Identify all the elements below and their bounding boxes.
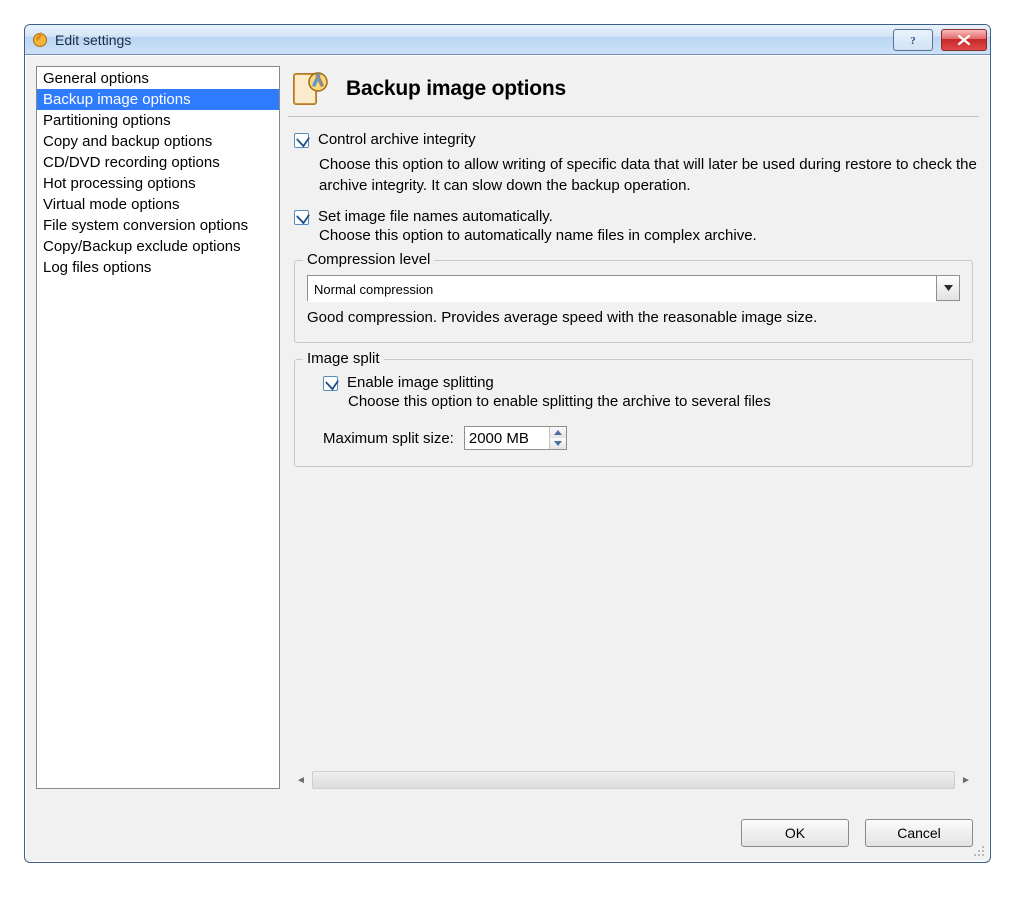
page-title: Backup image options: [346, 77, 566, 101]
compression-value[interactable]: [308, 276, 936, 302]
enable-split-desc: Choose this option to enable splitting t…: [348, 393, 960, 410]
scroll-left-icon[interactable]: ◄: [294, 772, 308, 788]
option-auto-names: Set image file names automatically. Choo…: [294, 208, 979, 244]
max-split-label: Maximum split size:: [323, 430, 454, 447]
enable-split-label: Enable image splitting: [347, 374, 494, 391]
max-split-value[interactable]: [465, 427, 549, 449]
page-icon: [290, 68, 332, 110]
sidebar-item-7[interactable]: File system conversion options: [37, 215, 279, 236]
sidebar-item-3[interactable]: Copy and backup options: [37, 131, 279, 152]
settings-page: Backup image options Control archive int…: [288, 66, 979, 789]
spin-up-button[interactable]: [550, 427, 566, 438]
image-split-group: Image split Enable image splitting Choos…: [294, 359, 973, 467]
svg-text:?: ?: [910, 35, 916, 47]
dialog-window: Edit settings ? General optionsBackup im…: [24, 24, 991, 863]
sidebar-item-6[interactable]: Virtual mode options: [37, 194, 279, 215]
sidebar-item-9[interactable]: Log files options: [37, 257, 279, 278]
enable-split-checkbox[interactable]: [323, 376, 338, 391]
compression-hint: Good compression. Provides average speed…: [307, 309, 960, 326]
help-button[interactable]: ?: [893, 29, 933, 51]
compression-combo[interactable]: [307, 275, 960, 301]
ok-button[interactable]: OK: [741, 819, 849, 847]
scroll-track[interactable]: [312, 771, 955, 789]
horizontal-scrollbar[interactable]: ◄ ►: [294, 771, 973, 789]
sidebar-item-4[interactable]: CD/DVD recording options: [37, 152, 279, 173]
spin-down-button[interactable]: [550, 438, 566, 449]
max-split-spin[interactable]: [464, 426, 567, 450]
sidebar-item-5[interactable]: Hot processing options: [37, 173, 279, 194]
category-list[interactable]: General optionsBackup image optionsParti…: [36, 66, 280, 789]
auto-names-checkbox[interactable]: [294, 210, 309, 225]
compression-dropdown-button[interactable]: [936, 276, 959, 300]
sidebar-item-2[interactable]: Partitioning options: [37, 110, 279, 131]
auto-names-desc: Choose this option to automatically name…: [319, 227, 979, 244]
option-control-integrity: Control archive integrity Choose this op…: [294, 131, 979, 196]
compression-group: Compression level Good compression. Prov…: [294, 260, 973, 343]
resize-grip-icon[interactable]: [972, 844, 986, 858]
cancel-button[interactable]: Cancel: [865, 819, 973, 847]
scroll-right-icon[interactable]: ►: [959, 772, 973, 788]
sidebar-item-8[interactable]: Copy/Backup exclude options: [37, 236, 279, 257]
image-split-group-title: Image split: [303, 350, 384, 367]
sidebar-item-1[interactable]: Backup image options: [37, 89, 279, 110]
app-icon: [31, 31, 49, 49]
control-integrity-desc: Choose this option to allow writing of s…: [319, 154, 979, 196]
window-title: Edit settings: [55, 32, 131, 48]
compression-group-title: Compression level: [303, 251, 434, 268]
sidebar-item-0[interactable]: General options: [37, 68, 279, 89]
titlebar[interactable]: Edit settings ?: [25, 25, 990, 55]
control-integrity-label: Control archive integrity: [318, 131, 476, 148]
close-button[interactable]: [941, 29, 987, 51]
auto-names-label: Set image file names automatically.: [318, 208, 553, 225]
control-integrity-checkbox[interactable]: [294, 133, 309, 148]
client-area: General optionsBackup image optionsParti…: [26, 55, 989, 861]
